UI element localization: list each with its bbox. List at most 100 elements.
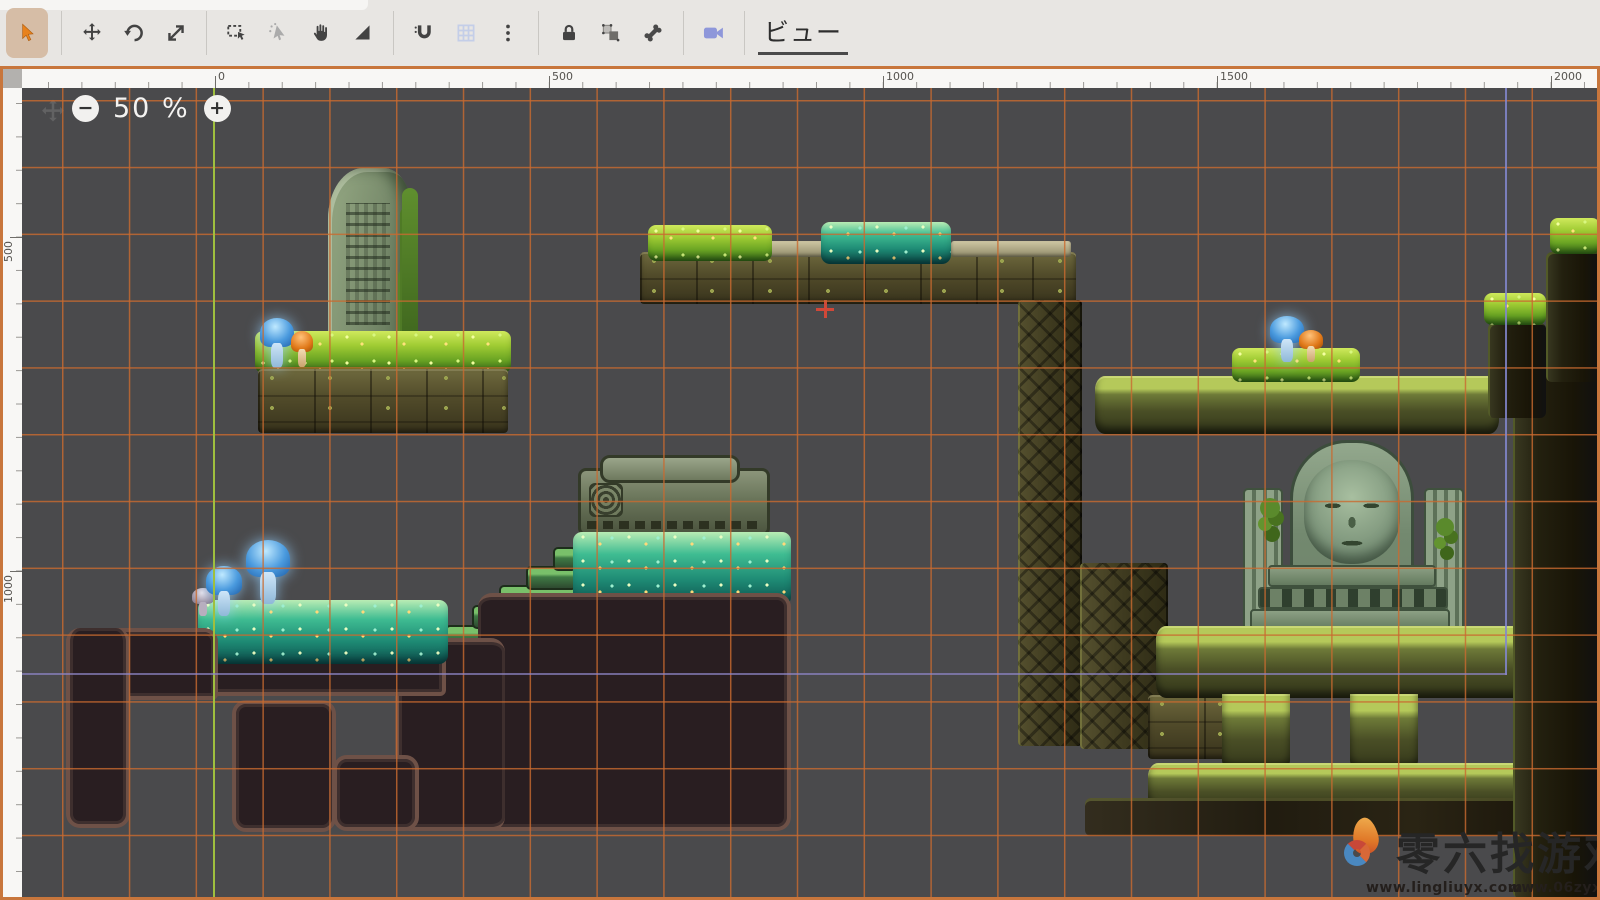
view-menu-button[interactable]: ビュー bbox=[758, 11, 848, 55]
window-border-left bbox=[0, 66, 3, 900]
bounds-guide-horizontal[interactable] bbox=[22, 673, 1507, 675]
dark-cave-mass-foot[interactable] bbox=[333, 755, 419, 831]
measure-tool-button[interactable] bbox=[346, 12, 380, 54]
statue-vines bbox=[1436, 518, 1454, 536]
lock-button[interactable] bbox=[552, 12, 586, 54]
transform-box-icon bbox=[599, 21, 623, 45]
blue-mushroom[interactable] bbox=[206, 566, 242, 616]
zoom-in-button[interactable]: + bbox=[204, 95, 231, 122]
scale-tool-button[interactable] bbox=[159, 12, 193, 54]
bounds-guide-vertical[interactable] bbox=[1505, 88, 1507, 675]
snap-cursor-icon bbox=[267, 21, 291, 45]
ruler-label: 2000 bbox=[1554, 70, 1582, 83]
snap-cursor-tool-button[interactable] bbox=[262, 12, 296, 54]
triangle-ruler-icon bbox=[351, 21, 375, 45]
left-cave-frame-column[interactable] bbox=[66, 628, 130, 828]
rect-select-icon bbox=[225, 21, 249, 45]
camera-tool-button[interactable] bbox=[697, 12, 731, 54]
ruler-corner-box[interactable] bbox=[0, 69, 23, 88]
top-platform-stone-cap bbox=[766, 241, 824, 257]
machine-spiral-carving bbox=[589, 483, 623, 517]
rotate-tool-button[interactable] bbox=[117, 12, 151, 54]
toolbar-separator bbox=[393, 11, 394, 55]
ruler-label: 500 bbox=[2, 241, 15, 262]
toolbar-separator bbox=[683, 11, 684, 55]
toolbar-separator bbox=[538, 11, 539, 55]
bone-icon bbox=[641, 21, 665, 45]
transform-box-button[interactable] bbox=[594, 12, 628, 54]
bridge-upper-beam[interactable] bbox=[1156, 626, 1524, 698]
zoom-out-button[interactable]: − bbox=[72, 95, 99, 122]
more-options-button[interactable] bbox=[491, 12, 525, 54]
top-platform-teal-grass[interactable] bbox=[821, 222, 951, 264]
cliff-step-grass[interactable] bbox=[1484, 293, 1546, 325]
grid-icon bbox=[454, 21, 478, 45]
statue-face bbox=[1304, 460, 1400, 564]
toolbar-separator bbox=[206, 11, 207, 55]
orange-mushroom[interactable] bbox=[291, 331, 313, 367]
statue-base-carved bbox=[1258, 587, 1448, 609]
vertical-ruler[interactable]: 500 1000 bbox=[0, 88, 22, 897]
scale-icon bbox=[164, 21, 188, 45]
lock-icon bbox=[557, 21, 581, 45]
statue-vines bbox=[1260, 498, 1280, 518]
ruined-stone-machine[interactable] bbox=[578, 468, 770, 536]
mushroom-stem bbox=[1307, 346, 1316, 362]
move-tool-button[interactable] bbox=[75, 12, 109, 54]
upper-left-platform-body[interactable] bbox=[258, 369, 508, 433]
machine-turret bbox=[600, 455, 740, 483]
rotate-icon bbox=[122, 21, 146, 45]
mushroom-stem bbox=[1281, 339, 1293, 362]
bridge-pillar[interactable] bbox=[1222, 694, 1290, 770]
dark-cave-mass[interactable] bbox=[478, 593, 791, 831]
watermark-brand: 零六找游戏 bbox=[1396, 818, 1597, 882]
cursor-arrow-icon bbox=[15, 21, 39, 45]
top-platform-stone-cap bbox=[951, 241, 1071, 257]
zoom-control: − 50 % + bbox=[72, 93, 231, 124]
monument-inscription bbox=[346, 203, 390, 325]
pan-tool-button[interactable] bbox=[304, 12, 338, 54]
left-cave-block[interactable] bbox=[232, 700, 336, 832]
cliff-top-rock[interactable] bbox=[1546, 252, 1597, 382]
select-tool-button[interactable] bbox=[6, 8, 48, 58]
mushroom-stem bbox=[271, 343, 283, 368]
bridge-pillar[interactable] bbox=[1350, 694, 1418, 770]
orange-mushroom[interactable] bbox=[1299, 330, 1323, 362]
machine-slots bbox=[587, 521, 761, 529]
level-editor-window: ビュー 0 500 1000 1500 2000 500 1000 bbox=[0, 0, 1600, 900]
magnet-icon bbox=[412, 21, 436, 45]
cliff-step-rock[interactable] bbox=[1488, 323, 1546, 418]
temple-column[interactable] bbox=[1018, 300, 1082, 746]
cliff-top-grass[interactable] bbox=[1550, 218, 1597, 254]
mushroom-stem bbox=[260, 572, 276, 604]
toolbar: ビュー bbox=[0, 0, 1600, 66]
toolbar-separator bbox=[744, 11, 745, 55]
toolbar-separator bbox=[61, 11, 62, 55]
ruler-label: 500 bbox=[552, 70, 573, 83]
carved-stone-block[interactable] bbox=[1148, 695, 1230, 759]
blue-mushroom[interactable] bbox=[246, 540, 290, 604]
blue-mushroom[interactable] bbox=[260, 318, 294, 368]
origin-marker[interactable] bbox=[816, 300, 834, 318]
right-long-platform[interactable] bbox=[1095, 376, 1499, 434]
magnet-snap-button[interactable] bbox=[407, 12, 441, 54]
mushroom-stem bbox=[298, 349, 306, 367]
horizontal-ruler[interactable]: 0 500 1000 1500 2000 bbox=[22, 69, 1600, 88]
level-canvas[interactable]: − 50 % + 零六找游戏 www.lingliuyx.com www.06z… bbox=[22, 88, 1597, 897]
origin-guide-vertical[interactable] bbox=[213, 88, 215, 897]
ghost-move-icon bbox=[38, 95, 68, 129]
watermark-url-1: www.lingliuyx.com bbox=[1366, 880, 1523, 896]
watermark-logo bbox=[1340, 818, 1394, 882]
grid-toggle-button[interactable] bbox=[449, 12, 483, 54]
ruler-label: 1000 bbox=[886, 70, 914, 83]
ruler-label: 1500 bbox=[1220, 70, 1248, 83]
mushroom-stem bbox=[218, 591, 231, 616]
hand-icon bbox=[309, 21, 333, 45]
bone-tool-button[interactable] bbox=[636, 12, 670, 54]
kebab-menu-icon bbox=[496, 21, 520, 45]
monument-vine bbox=[402, 188, 418, 345]
rect-select-tool-button[interactable] bbox=[220, 12, 254, 54]
top-platform-grass[interactable] bbox=[648, 225, 772, 261]
watermark-url-2: www.06zyx.com bbox=[1508, 880, 1597, 896]
camera-icon bbox=[701, 20, 727, 46]
